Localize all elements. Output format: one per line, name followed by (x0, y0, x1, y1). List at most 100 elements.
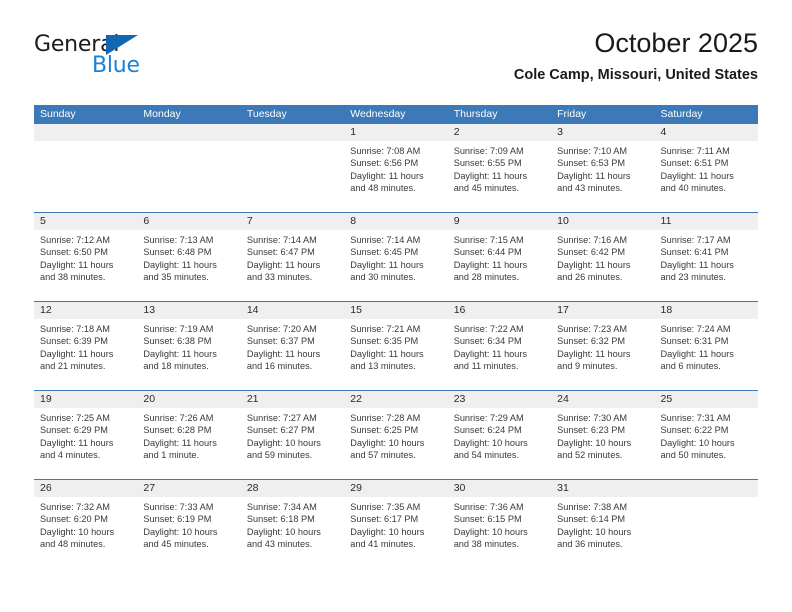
calendar-day-cell[interactable]: 4 Sunrise: 7:11 AM Sunset: 6:51 PM Daylight… (654, 124, 758, 212)
calendar-day-cell[interactable]: 3 Sunrise: 7:10 AM Sunset: 6:53 PM Daylight… (551, 124, 655, 212)
day-details: Sunrise: 7:08 AM Sunset: 6:56 PM Daylight:… (344, 141, 447, 194)
weekday-header-sunday: Sunday (40, 108, 76, 120)
calendar-day-cell[interactable]: 27 Sunrise: 7:33 AM Sunset: 6:19 PM Dayligh… (137, 480, 241, 568)
calendar-day-cell[interactable]: 26 Sunrise: 7:32 AM Sunset: 6:20 PM Dayligh… (34, 480, 138, 568)
calendar-day-cell[interactable]: 24 Sunrise: 7:30 AM Sunset: 6:23 PM Dayligh… (551, 391, 655, 479)
calendar-week-cells: 19 Sunrise: 7:25 AM Sunset: 6:29 PM Dayligh… (34, 391, 758, 479)
calendar-week-row: 12 Sunrise: 7:18 AM Sunset: 6:39 PM Dayligh… (34, 301, 758, 390)
day-details: Sunrise: 7:30 AM Sunset: 6:23 PM Daylight:… (551, 408, 654, 461)
calendar-day-cell[interactable]: 22 Sunrise: 7:28 AM Sunset: 6:25 PM Dayligh… (344, 391, 448, 479)
calendar-day-cell[interactable]: 7 Sunrise: 7:14 AM Sunset: 6:47 PM Daylight… (240, 213, 345, 301)
sunrise-text: Sunrise: 7:28 AM (350, 413, 421, 423)
day-details: Sunrise: 7:34 AM Sunset: 6:18 PM Daylight:… (241, 497, 344, 550)
calendar-day-cell[interactable]: 9 Sunrise: 7:15 AM Sunset: 6:44 PM Daylight… (447, 213, 552, 301)
sunrise-text: Sunrise: 7:14 AM (246, 235, 317, 245)
calendar-week-cells: 26 Sunrise: 7:32 AM Sunset: 6:20 PM Dayligh… (34, 480, 758, 568)
daylight-text-line1: Daylight: 11 hours (453, 170, 528, 181)
calendar-day-cell[interactable]: 25 Sunrise: 7:31 AM Sunset: 6:22 PM Dayligh… (654, 391, 758, 479)
daylight-text-line1: Daylight: 10 hours (246, 437, 321, 448)
sunrise-text: Sunrise: 7:18 AM (40, 324, 110, 334)
sunrise-text: Sunrise: 7:31 AM (660, 413, 731, 423)
sunset-text: Sunset: 6:25 PM (350, 425, 419, 436)
sunset-text: Sunset: 6:18 PM (246, 514, 315, 525)
calendar-day-cell[interactable]: 16 Sunrise: 7:22 AM Sunset: 6:34 PM Dayligh… (447, 302, 552, 390)
generalblue-logo[interactable]: General Blue (34, 32, 204, 84)
day-number: 29 (344, 480, 448, 497)
day-details: Sunrise: 7:24 AM Sunset: 6:31 PM Daylight:… (655, 319, 758, 372)
day-details: Sunrise: 7:10 AM Sunset: 6:53 PM Daylight:… (551, 141, 654, 194)
calendar-day-cell[interactable]: 20 Sunrise: 7:26 AM Sunset: 6:28 PM Dayligh… (137, 391, 241, 479)
calendar-day-cell[interactable]: 23 Sunrise: 7:29 AM Sunset: 6:24 PM Dayligh… (447, 391, 552, 479)
day-number: 24 (551, 391, 655, 408)
day-number: 14 (240, 302, 345, 319)
calendar-day-cell[interactable]: 21 Sunrise: 7:27 AM Sunset: 6:27 PM Dayligh… (240, 391, 345, 479)
sunset-text: Sunset: 6:50 PM (40, 247, 108, 258)
calendar-day-cell[interactable]: 10 Sunrise: 7:16 AM Sunset: 6:42 PM Dayligh… (551, 213, 655, 301)
sunrise-text: Sunrise: 7:22 AM (453, 324, 524, 334)
day-number: 16 (447, 302, 552, 319)
day-details: Sunrise: 7:13 AM Sunset: 6:48 PM Daylight:… (137, 230, 240, 283)
daylight-text-line2: and 30 minutes. (350, 271, 416, 282)
sunrise-text: Sunrise: 7:36 AM (453, 502, 524, 512)
daylight-text-line1: Daylight: 11 hours (453, 348, 528, 359)
daylight-text-line1: Daylight: 11 hours (453, 259, 528, 270)
calendar-day-cell[interactable]: 18 Sunrise: 7:24 AM Sunset: 6:31 PM Dayligh… (654, 302, 758, 390)
daylight-text-line2: and 1 minute. (143, 449, 200, 460)
calendar-day-cell[interactable]: 30 Sunrise: 7:36 AM Sunset: 6:15 PM Dayligh… (447, 480, 552, 568)
calendar-day-cell[interactable]: 17 Sunrise: 7:23 AM Sunset: 6:32 PM Dayligh… (551, 302, 655, 390)
daylight-text-line1: Daylight: 11 hours (660, 259, 734, 270)
calendar-day-cell-empty (34, 124, 138, 212)
daylight-text-line1: Daylight: 11 hours (557, 259, 631, 270)
calendar-day-cell[interactable]: 12 Sunrise: 7:18 AM Sunset: 6:39 PM Dayligh… (34, 302, 138, 390)
day-details: Sunrise: 7:26 AM Sunset: 6:28 PM Daylight:… (137, 408, 240, 461)
calendar-day-cell[interactable]: 29 Sunrise: 7:35 AM Sunset: 6:17 PM Dayligh… (344, 480, 448, 568)
sunset-text: Sunset: 6:45 PM (350, 247, 419, 258)
daylight-text-line1: Daylight: 11 hours (660, 170, 734, 181)
calendar-day-cell[interactable]: 14 Sunrise: 7:20 AM Sunset: 6:37 PM Dayligh… (240, 302, 345, 390)
day-details: Sunrise: 7:36 AM Sunset: 6:15 PM Daylight:… (448, 497, 551, 550)
sunrise-text: Sunrise: 7:34 AM (246, 502, 317, 512)
calendar-day-cell[interactable]: 6 Sunrise: 7:13 AM Sunset: 6:48 PM Daylight… (137, 213, 241, 301)
daylight-text-line1: Daylight: 11 hours (660, 348, 734, 359)
sunrise-text: Sunrise: 7:30 AM (557, 413, 628, 423)
daylight-text-line2: and 6 minutes. (660, 360, 721, 371)
sunset-text: Sunset: 6:37 PM (246, 336, 315, 347)
day-number (240, 124, 345, 141)
calendar-day-cell[interactable]: 1 Sunrise: 7:08 AM Sunset: 6:56 PM Daylight… (344, 124, 448, 212)
day-number: 18 (654, 302, 758, 319)
daylight-text-line1: Daylight: 10 hours (246, 526, 321, 537)
daylight-text-line1: Daylight: 11 hours (143, 348, 217, 359)
day-details: Sunrise: 7:23 AM Sunset: 6:32 PM Daylight:… (551, 319, 654, 372)
day-details: Sunrise: 7:32 AM Sunset: 6:20 PM Daylight:… (34, 497, 137, 550)
sunrise-text: Sunrise: 7:16 AM (557, 235, 628, 245)
calendar-day-cell[interactable]: 19 Sunrise: 7:25 AM Sunset: 6:29 PM Dayligh… (34, 391, 138, 479)
sunset-text: Sunset: 6:23 PM (557, 425, 626, 436)
daylight-text-line1: Daylight: 11 hours (40, 259, 114, 270)
calendar-day-cell[interactable]: 5 Sunrise: 7:12 AM Sunset: 6:50 PM Daylight… (34, 213, 138, 301)
weekday-header-row: Sunday Monday Tuesday Wednesday Thursday… (34, 105, 758, 124)
calendar-day-cell[interactable]: 8 Sunrise: 7:14 AM Sunset: 6:45 PM Daylight… (344, 213, 448, 301)
calendar-day-cell[interactable]: 15 Sunrise: 7:21 AM Sunset: 6:35 PM Dayligh… (344, 302, 448, 390)
daylight-text-line1: Daylight: 10 hours (557, 526, 632, 537)
logo-triangle-icon (106, 35, 138, 55)
calendar-week-row: 5 Sunrise: 7:12 AM Sunset: 6:50 PM Daylight… (34, 212, 758, 301)
calendar-day-cell[interactable]: 11 Sunrise: 7:17 AM Sunset: 6:41 PM Dayligh… (654, 213, 758, 301)
day-details: Sunrise: 7:09 AM Sunset: 6:55 PM Daylight:… (448, 141, 551, 194)
daylight-text-line2: and 45 minutes. (143, 538, 209, 549)
day-details: Sunrise: 7:38 AM Sunset: 6:14 PM Daylight:… (551, 497, 654, 550)
day-number (654, 480, 758, 497)
day-number: 7 (240, 213, 345, 230)
daylight-text-line1: Daylight: 11 hours (246, 259, 321, 270)
daylight-text-line1: Daylight: 11 hours (246, 348, 321, 359)
day-details: Sunrise: 7:25 AM Sunset: 6:29 PM Daylight:… (34, 408, 137, 461)
calendar-day-cell[interactable]: 28 Sunrise: 7:34 AM Sunset: 6:18 PM Dayligh… (240, 480, 345, 568)
daylight-text-line1: Daylight: 10 hours (557, 437, 632, 448)
calendar-day-cell[interactable]: 13 Sunrise: 7:19 AM Sunset: 6:38 PM Dayligh… (137, 302, 241, 390)
calendar-day-cell[interactable]: 31 Sunrise: 7:38 AM Sunset: 6:14 PM Dayligh… (551, 480, 655, 568)
sunset-text: Sunset: 6:20 PM (40, 514, 108, 525)
calendar-day-cell[interactable]: 2 Sunrise: 7:09 AM Sunset: 6:55 PM Daylight… (447, 124, 552, 212)
daylight-text-line1: Daylight: 11 hours (350, 259, 424, 270)
daylight-text-line2: and 23 minutes. (660, 271, 726, 282)
daylight-text-line2: and 38 minutes. (453, 538, 520, 549)
sunset-text: Sunset: 6:48 PM (143, 247, 212, 258)
